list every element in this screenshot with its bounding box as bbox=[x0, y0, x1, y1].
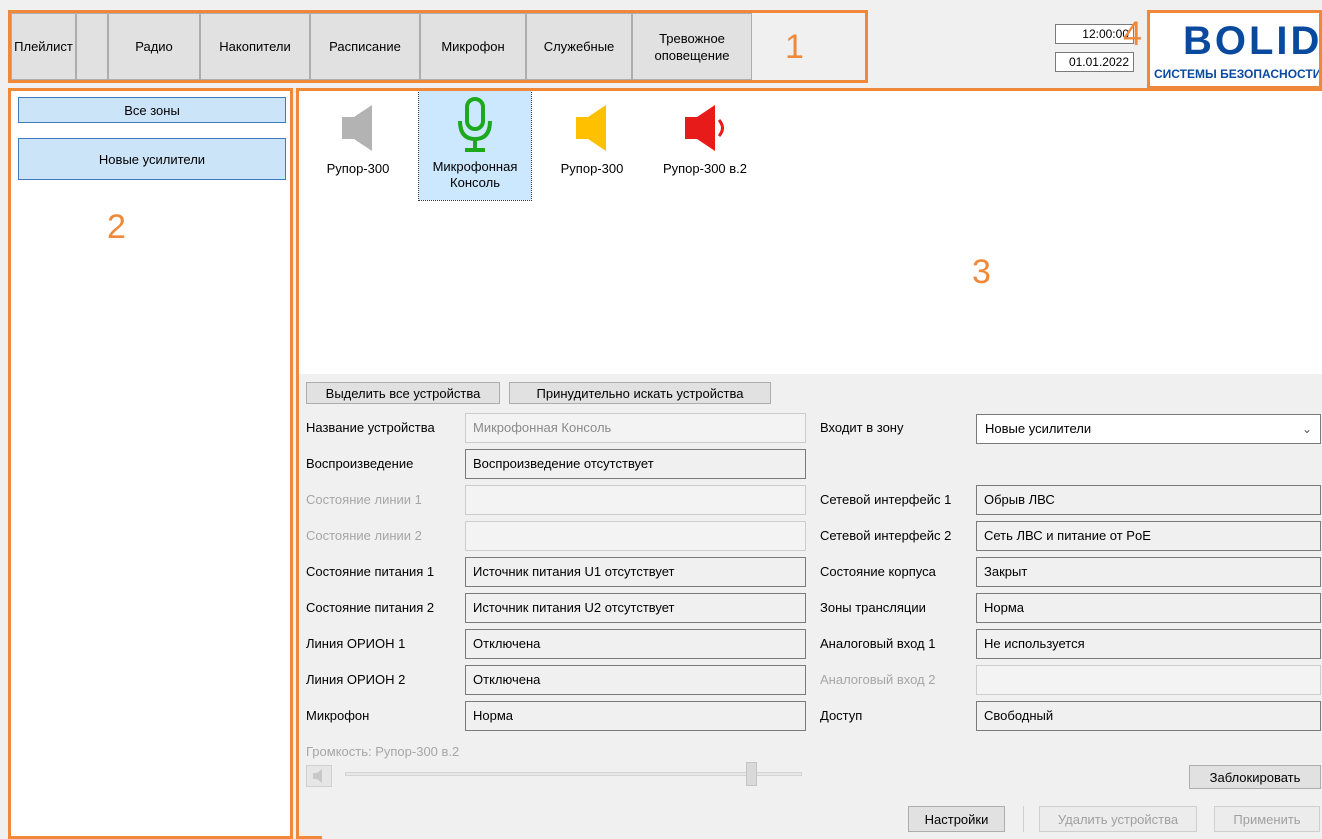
zone-panel bbox=[11, 91, 290, 836]
label-orion-line-2: Линия ОРИОН 2 bbox=[306, 672, 406, 687]
select-all-devices-button[interactable]: Выделить все устройства bbox=[306, 382, 500, 404]
case-state-field: Закрыт bbox=[976, 557, 1321, 587]
access-field: Свободный bbox=[976, 701, 1321, 731]
analog-input-1-field: Не используется bbox=[976, 629, 1321, 659]
apply-button[interactable]: Применить bbox=[1214, 806, 1320, 832]
device-name-field: Микрофонная Консоль bbox=[465, 413, 806, 443]
logo-word: BOLID bbox=[1183, 19, 1322, 63]
tab-microphone[interactable]: Микрофон bbox=[420, 13, 526, 80]
speaker-icon bbox=[552, 91, 632, 153]
label-analog-input-1: Аналоговый вход 1 bbox=[820, 636, 936, 651]
zone-select[interactable]: Новые усилители ⌄ bbox=[976, 414, 1321, 444]
tab-spacer bbox=[76, 13, 108, 80]
label-microphone: Микрофон bbox=[306, 708, 370, 723]
broadcast-zones-field: Норма bbox=[976, 593, 1321, 623]
label-power-state-2: Состояние питания 2 bbox=[306, 600, 435, 615]
volume-label: Громкость: Рупор-300 в.2 bbox=[306, 744, 460, 759]
speaker-icon bbox=[313, 769, 322, 783]
microphone-field: Норма bbox=[465, 701, 806, 731]
playback-field: Воспроизведение отсутствует bbox=[465, 449, 806, 479]
device-label: Рупор-300 bbox=[560, 161, 624, 176]
annotation-number-2: 2 bbox=[107, 208, 126, 246]
speaker-icon bbox=[650, 91, 760, 153]
label-access: Доступ bbox=[820, 708, 863, 723]
label-zone: Входит в зону bbox=[820, 420, 904, 435]
volume-slider-thumb[interactable] bbox=[746, 762, 758, 786]
label-network-2: Сетевой интерфейс 2 bbox=[820, 528, 952, 543]
orion-line-2-field: Отключена bbox=[465, 665, 806, 695]
tab-alarm[interactable]: Тревожное оповещение bbox=[632, 13, 752, 80]
device-item[interactable]: Рупор-300 в.2 bbox=[650, 91, 760, 177]
zone-item-new-amplifiers[interactable]: Новые усилители bbox=[18, 138, 286, 180]
force-search-devices-button[interactable]: Принудительно искать устройства bbox=[509, 382, 771, 404]
annotation-number-4: 4 bbox=[1123, 15, 1142, 53]
annotation-number-3: 3 bbox=[972, 253, 991, 291]
speaker-icon bbox=[318, 91, 398, 153]
zone-select-value: Новые усилители bbox=[985, 421, 1092, 436]
device-label: Рупор-300 bbox=[326, 161, 390, 176]
label-device-name: Название устройства bbox=[306, 420, 435, 435]
line-state-2-field bbox=[465, 521, 806, 551]
device-label: Рупор-300 в.2 bbox=[662, 161, 748, 176]
annotation-number-1: 1 bbox=[785, 28, 804, 66]
label-line-state-1: Состояние линии 1 bbox=[306, 492, 422, 507]
label-playback: Воспроизведение bbox=[306, 456, 414, 471]
label-line-state-2: Состояние линии 2 bbox=[306, 528, 422, 543]
logo-subtitle: СИСТЕМЫ БЕЗОПАСНОСТИ bbox=[1154, 67, 1322, 81]
network-1-field: Обрыв ЛВС bbox=[976, 485, 1321, 515]
delete-devices-button[interactable]: Удалить устройства bbox=[1039, 806, 1197, 832]
tab-schedule[interactable]: Расписание bbox=[310, 13, 420, 80]
label-case-state: Состояние корпуса bbox=[820, 564, 936, 579]
label-analog-input-2: Аналоговый вход 2 bbox=[820, 672, 936, 687]
tab-storage[interactable]: Накопители bbox=[200, 13, 310, 80]
power-state-2-field: Источник питания U2 отсутствует bbox=[465, 593, 806, 623]
tab-service[interactable]: Служебные bbox=[526, 13, 632, 80]
bolid-logo: BOLID СИСТЕМЫ БЕЗОПАСНОСТИ bbox=[1150, 13, 1322, 87]
power-state-1-field: Источник питания U1 отсутствует bbox=[465, 557, 806, 587]
label-broadcast-zones: Зоны трансляции bbox=[820, 600, 926, 615]
microphone-icon bbox=[419, 91, 531, 153]
clock-date: 01.01.2022 bbox=[1055, 52, 1134, 72]
settings-button[interactable]: Настройки bbox=[908, 806, 1005, 832]
label-power-state-1: Состояние питания 1 bbox=[306, 564, 435, 579]
device-item-selected[interactable]: Микрофонная Консоль bbox=[418, 90, 532, 201]
volume-mute-button[interactable] bbox=[306, 765, 332, 787]
line-state-1-field bbox=[465, 485, 806, 515]
button-divider bbox=[1023, 806, 1024, 832]
orion-line-1-field: Отключена bbox=[465, 629, 806, 659]
tab-radio[interactable]: Радио bbox=[108, 13, 200, 80]
tab-playlist[interactable]: Плейлист bbox=[11, 13, 76, 80]
volume-slider-track[interactable] bbox=[345, 772, 802, 776]
analog-input-2-field bbox=[976, 665, 1321, 695]
label-network-1: Сетевой интерфейс 1 bbox=[820, 492, 952, 507]
network-2-field: Сеть ЛВС и питание от PoE bbox=[976, 521, 1321, 551]
zone-item-all[interactable]: Все зоны bbox=[18, 97, 286, 123]
lock-button[interactable]: Заблокировать bbox=[1189, 765, 1321, 789]
device-item[interactable]: Рупор-300 bbox=[552, 91, 632, 177]
device-item[interactable]: Рупор-300 bbox=[318, 91, 398, 177]
label-orion-line-1: Линия ОРИОН 1 bbox=[306, 636, 406, 651]
chevron-down-icon: ⌄ bbox=[1301, 422, 1312, 436]
device-label: Микрофонная Консоль bbox=[432, 159, 518, 190]
